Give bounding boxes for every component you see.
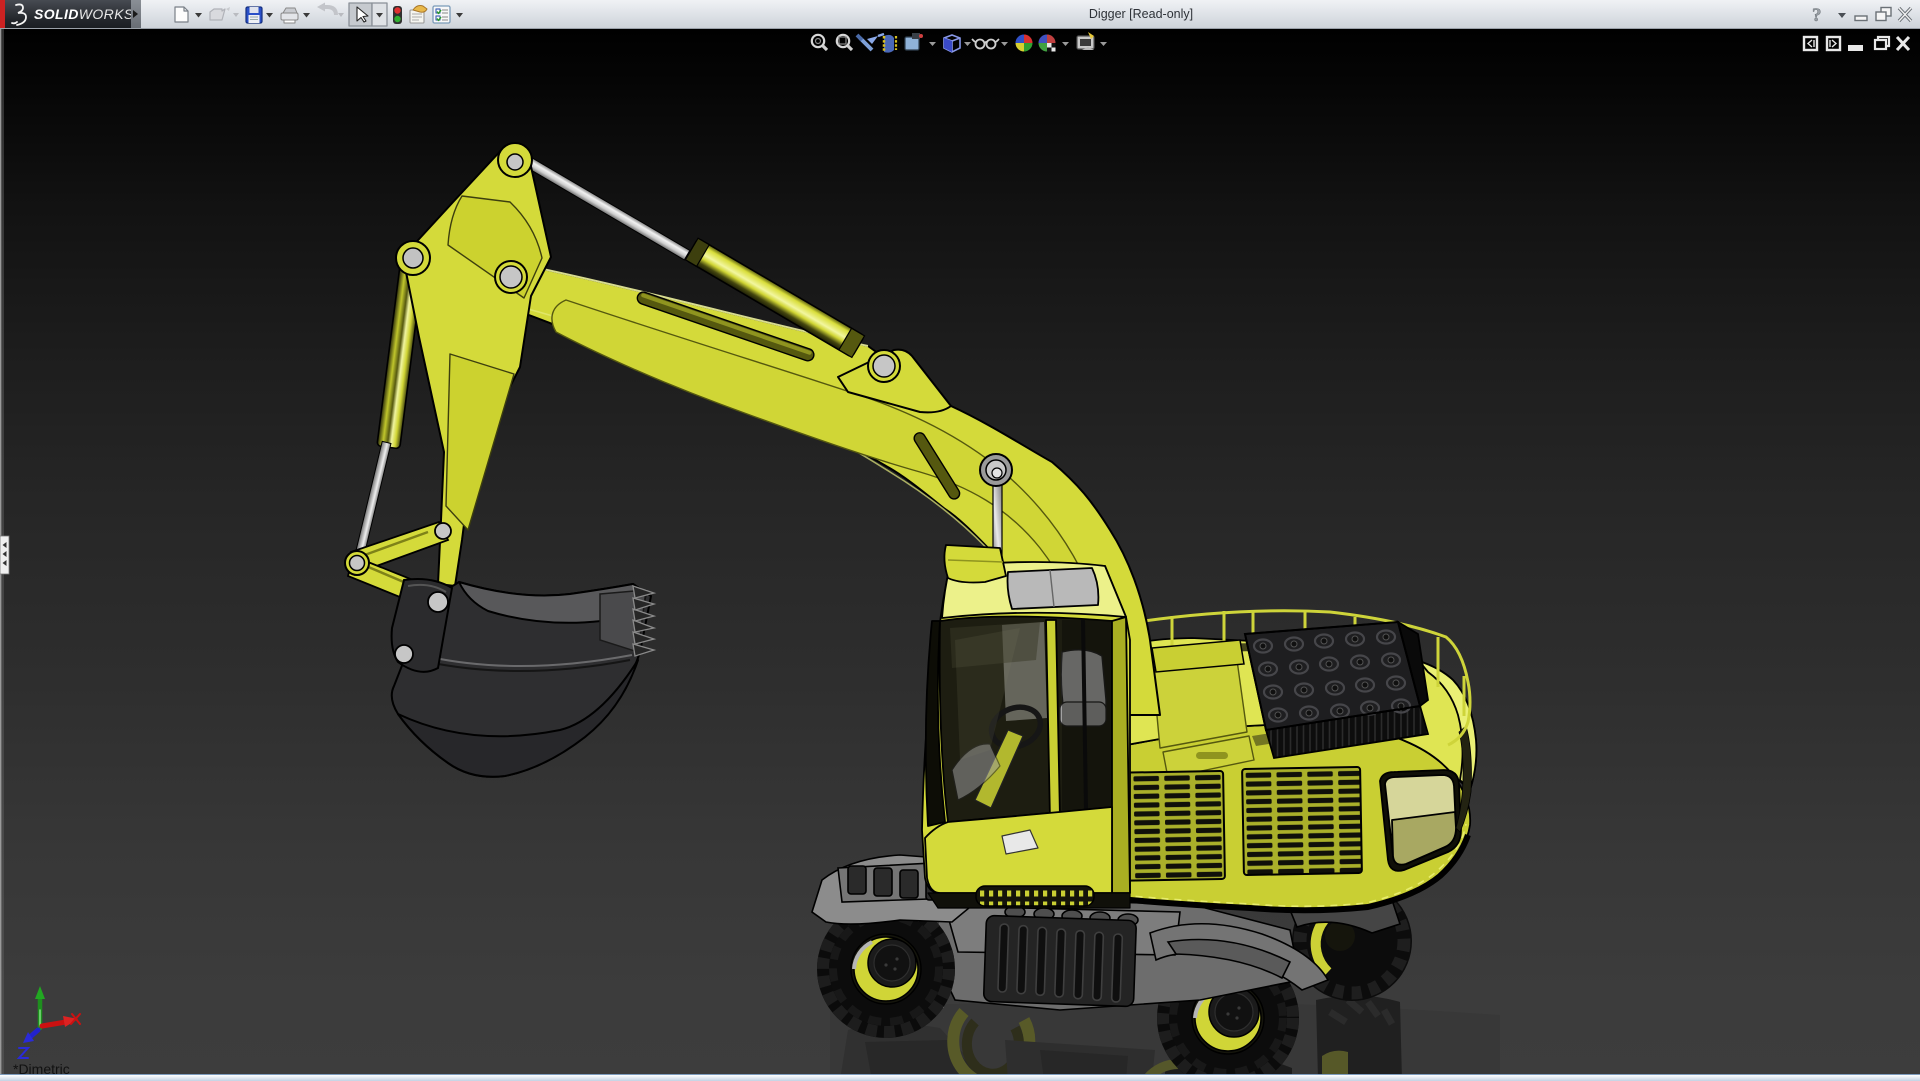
svg-text:?: ? bbox=[1812, 5, 1822, 26]
